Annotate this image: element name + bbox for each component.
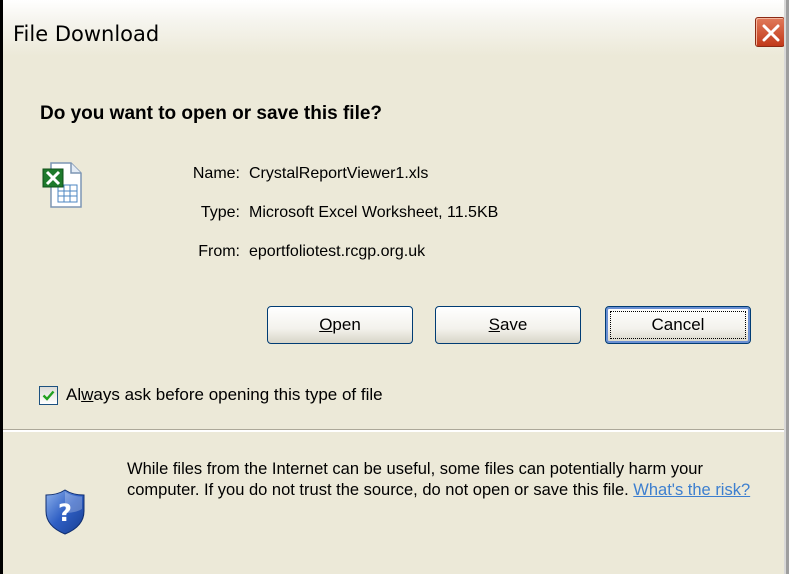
file-from-value: eportfoliotest.rcgp.org.uk: [249, 243, 426, 260]
dialog-question: Do you want to open or save this file?: [40, 103, 383, 124]
close-button[interactable]: [755, 17, 785, 47]
security-warning-panel: ? While files from the Internet can be u…: [3, 431, 784, 574]
cancel-button[interactable]: Cancel: [605, 306, 751, 344]
file-from-row: From: eportfoliotest.rcgp.org.uk: [3, 243, 784, 263]
name-label: Name:: [192, 165, 240, 182]
file-info-panel: Do you want to open or save this file? N…: [3, 56, 784, 430]
file-type-value: Microsoft Excel Worksheet, 11.5KB: [249, 204, 499, 221]
file-name-row: Name: CrystalReportViewer1.xls: [3, 165, 784, 185]
whats-the-risk-link[interactable]: What's the risk?: [633, 481, 750, 499]
title-bar[interactable]: File Download: [3, 0, 785, 56]
dialog-body: Do you want to open or save this file? N…: [3, 56, 784, 574]
type-label: Type:: [200, 204, 240, 221]
security-shield-question-icon: ?: [45, 489, 85, 535]
close-icon: [762, 24, 780, 42]
focus-ring: [610, 311, 746, 339]
warning-message: While files from the Internet can be use…: [127, 460, 703, 499]
open-button-label: Open: [319, 315, 361, 334]
file-type-row: Type: Microsoft Excel Worksheet, 11.5KB: [3, 204, 784, 224]
file-download-dialog: File Download Do you want to open or sav…: [0, 0, 789, 574]
file-name-value: CrystalReportViewer1.xls: [249, 165, 429, 182]
svg-text:?: ?: [58, 499, 72, 527]
always-ask-checkbox[interactable]: [39, 386, 58, 405]
checkmark-icon: [42, 390, 55, 401]
window-frame-right: [784, 0, 789, 574]
from-label: From:: [198, 243, 240, 260]
security-warning-text: While files from the Internet can be use…: [127, 459, 767, 501]
always-ask-label: Always ask before opening this type of f…: [66, 385, 383, 404]
save-button[interactable]: Save: [435, 306, 581, 344]
window-title: File Download: [13, 22, 160, 46]
save-button-label: Save: [488, 315, 528, 334]
open-button[interactable]: Open: [267, 306, 413, 344]
